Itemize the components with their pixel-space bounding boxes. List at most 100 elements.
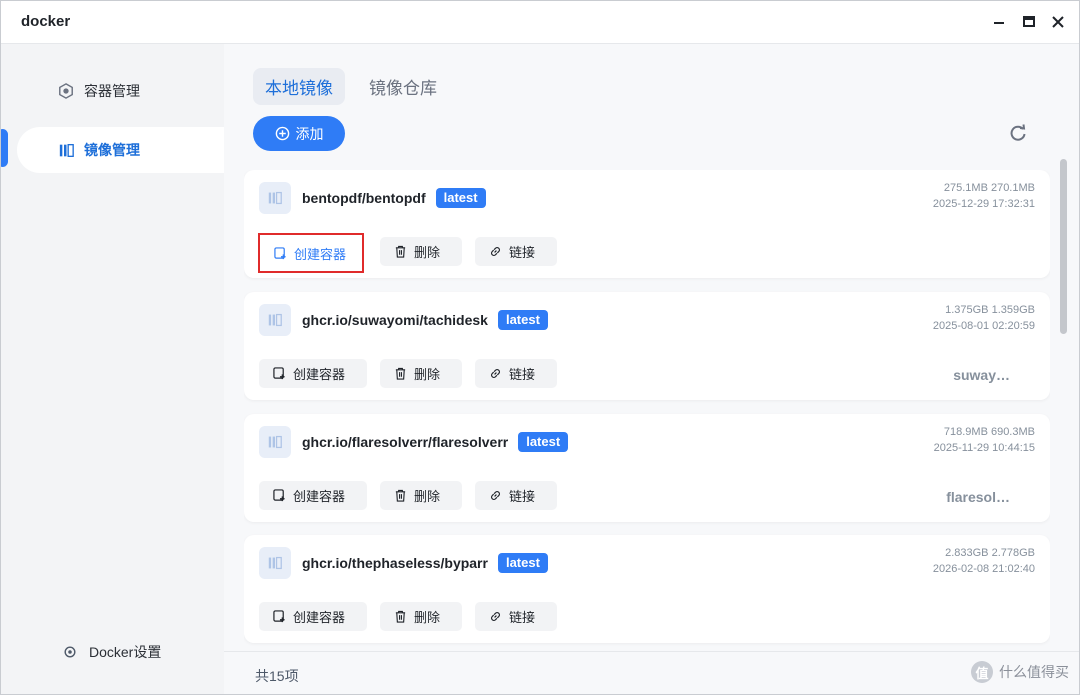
image-name-text: bentopdf/bentopdf xyxy=(302,190,426,206)
create-container-button[interactable]: 创建容器 xyxy=(258,233,364,273)
image-card: ghcr.io/suwayomi/tachidesk latest 1.375GB… xyxy=(244,292,1050,400)
create-container-label: 创建容器 xyxy=(294,246,347,262)
sidebar-item-images[interactable]: 镜像管理 xyxy=(17,127,224,173)
close-icon xyxy=(1052,16,1064,28)
trash-icon xyxy=(395,245,406,258)
create-container-label: 创建容器 xyxy=(293,367,346,382)
create-icon xyxy=(273,367,285,380)
create-icon xyxy=(274,246,286,259)
sidebar-item-label: 容器管理 xyxy=(84,83,140,99)
image-icon xyxy=(259,304,291,336)
tag-badge: latest xyxy=(497,553,548,573)
tab-image-registry[interactable]: 镜像仓库 xyxy=(357,68,449,105)
image-list: bentopdf/bentopdf latest 275.1MB 270.1MB … xyxy=(244,170,1050,652)
create-container-button[interactable]: 创建容器 xyxy=(259,602,367,631)
app-title: docker xyxy=(21,13,71,30)
delete-label: 删除 xyxy=(414,610,441,625)
image-icon xyxy=(259,182,291,214)
list-scrollbar[interactable] xyxy=(1060,159,1067,334)
tab-local-images[interactable]: 本地镜像 xyxy=(253,68,345,105)
tag-badge: latest xyxy=(435,188,486,208)
hexagon-icon xyxy=(57,82,75,100)
image-name: ghcr.io/suwayomi/tachidesk latest xyxy=(302,310,548,330)
create-container-label: 创建容器 xyxy=(293,489,346,504)
main-panel: 本地镜像 镜像仓库 添加 bentopdf/bentopdf latest 275… xyxy=(224,44,1079,694)
delete-button[interactable]: 删除 xyxy=(380,359,462,388)
link-label: 链接 xyxy=(509,610,536,625)
image-card: ghcr.io/thephaseless/byparr latest 2.833G… xyxy=(244,535,1050,643)
image-icon xyxy=(259,547,291,579)
image-card: bentopdf/bentopdf latest 275.1MB 270.1MB … xyxy=(244,170,1050,278)
refresh-icon xyxy=(1010,124,1026,141)
item-count: 共15项 xyxy=(255,668,299,684)
sidebar-item-containers[interactable]: 容器管理 xyxy=(17,68,224,114)
link-button[interactable]: 链接 xyxy=(475,602,557,631)
gear-icon xyxy=(63,644,79,660)
image-date: 2025-12-29 17:32:31 xyxy=(932,198,1035,210)
image-name: ghcr.io/flaresolverr/flaresolverr latest xyxy=(302,432,569,452)
create-container-button[interactable]: 创建容器 xyxy=(259,359,367,388)
link-label: 链接 xyxy=(509,489,536,504)
image-name: ghcr.io/thephaseless/byparr latest xyxy=(302,553,548,573)
delete-button[interactable]: 删除 xyxy=(380,237,462,266)
container-short-name: flaresol… xyxy=(946,489,1010,505)
watermark-badge: 值 xyxy=(971,661,993,683)
delete-button[interactable]: 删除 xyxy=(380,481,462,510)
sidebar: 容器管理 镜像管理 Docker设置 xyxy=(1,44,224,694)
add-image-label: 添加 xyxy=(295,125,324,142)
image-date: 2025-08-01 02:20:59 xyxy=(932,320,1035,332)
minimize-button[interactable] xyxy=(989,12,1009,32)
link-label: 链接 xyxy=(509,245,536,260)
image-name-text: ghcr.io/suwayomi/tachidesk xyxy=(302,312,488,328)
link-button[interactable]: 链接 xyxy=(475,237,557,266)
create-container-button[interactable]: 创建容器 xyxy=(259,481,367,510)
tag-badge: latest xyxy=(497,310,548,330)
link-button[interactable]: 链接 xyxy=(475,359,557,388)
image-icon xyxy=(259,426,291,458)
create-icon xyxy=(273,610,285,623)
trash-icon xyxy=(395,610,406,623)
sidebar-item-label: 镜像管理 xyxy=(84,142,140,158)
image-name-text: ghcr.io/flaresolverr/flaresolverr xyxy=(302,434,509,450)
docker-settings-label: Docker设置 xyxy=(89,644,162,660)
image-size: 718.9MB 690.3MB xyxy=(943,426,1035,438)
image-name: bentopdf/bentopdf latest xyxy=(302,188,486,208)
delete-label: 删除 xyxy=(414,489,441,504)
close-button[interactable] xyxy=(1048,12,1068,32)
create-container-label: 创建容器 xyxy=(293,610,346,625)
link-icon xyxy=(491,491,500,500)
delete-label: 删除 xyxy=(414,367,441,382)
minimize-icon xyxy=(994,22,1004,24)
watermark: 值 什么值得买 xyxy=(971,661,1069,683)
link-icon xyxy=(491,612,500,621)
title-bar: docker xyxy=(1,1,1079,44)
delete-button[interactable]: 删除 xyxy=(380,602,462,631)
container-short-name: suway… xyxy=(953,367,1010,383)
image-date: 2025-11-29 10:44:15 xyxy=(933,442,1035,454)
tag-badge: latest xyxy=(518,432,569,452)
docker-settings-link[interactable]: Docker设置 xyxy=(63,642,161,662)
link-icon xyxy=(491,369,500,378)
trash-icon xyxy=(395,367,406,380)
list-footer: 共15项 值 什么值得买 xyxy=(224,651,1079,694)
docker-window: docker 容器管理 镜像管理 Docker设置 本地镜像 镜像仓库 添加 b… xyxy=(0,0,1080,695)
image-card: ghcr.io/flaresolverr/flaresolverr latest … xyxy=(244,414,1050,522)
image-date: 2026-02-08 21:02:40 xyxy=(932,563,1035,575)
plus-circle-icon xyxy=(275,126,289,141)
image-name-text: ghcr.io/thephaseless/byparr xyxy=(302,555,488,571)
link-button[interactable]: 链接 xyxy=(475,481,557,510)
maximize-button[interactable] xyxy=(1019,12,1039,32)
delete-label: 删除 xyxy=(414,245,441,260)
maximize-icon xyxy=(1023,16,1035,27)
add-image-button[interactable]: 添加 xyxy=(253,116,345,151)
image-size: 2.833GB 2.778GB xyxy=(945,547,1035,559)
image-size: 275.1MB 270.1MB xyxy=(943,182,1035,194)
refresh-button[interactable] xyxy=(1008,123,1028,143)
create-icon xyxy=(273,489,285,502)
sidebar-active-indicator xyxy=(1,129,8,167)
link-label: 链接 xyxy=(509,367,536,382)
image-icon xyxy=(57,141,75,159)
image-size: 1.375GB 1.359GB xyxy=(945,304,1035,316)
trash-icon xyxy=(395,489,406,502)
watermark-text: 什么值得买 xyxy=(999,664,1069,680)
